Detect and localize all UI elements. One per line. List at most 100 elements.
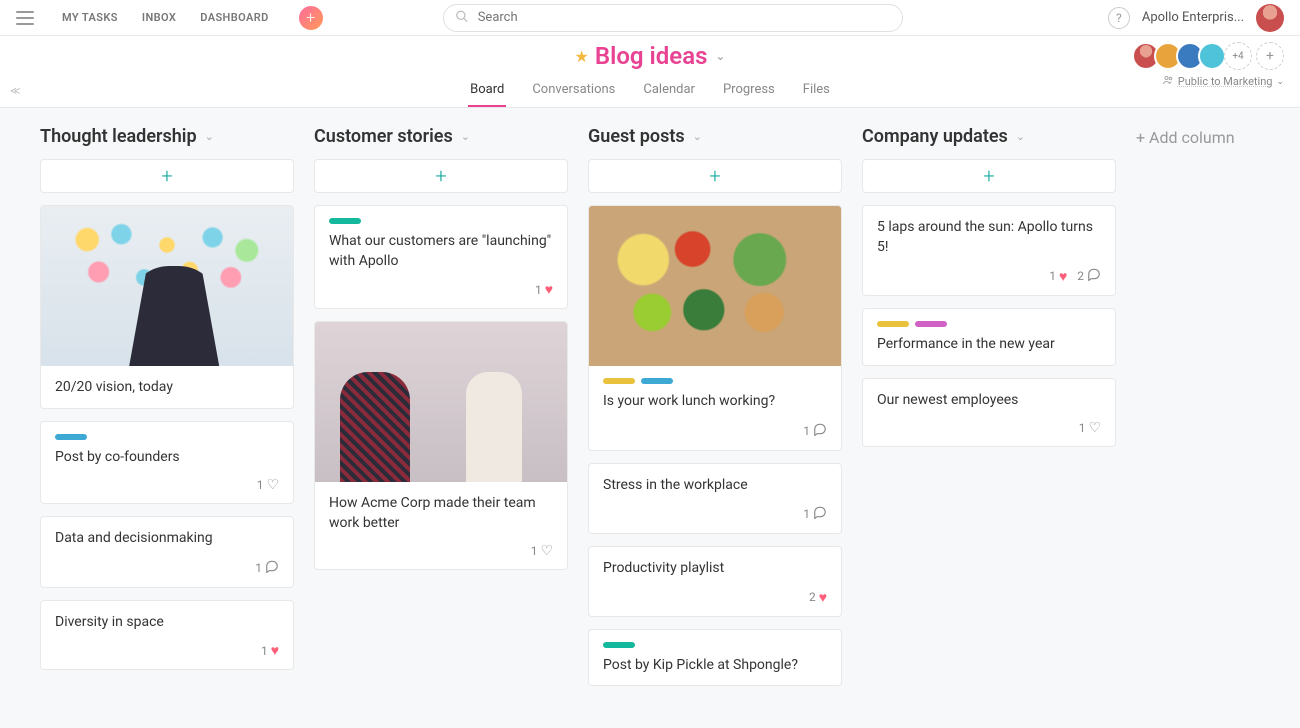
tab-progress[interactable]: Progress: [721, 76, 777, 107]
project-title[interactable]: Blog ideas: [595, 42, 708, 70]
add-card-button[interactable]: +: [314, 159, 568, 193]
card-cover-image: [41, 206, 293, 366]
nav-inbox[interactable]: INBOX: [142, 11, 176, 24]
heart-icon: ♥: [819, 589, 827, 606]
collapse-sidebar-icon[interactable]: ≪: [10, 86, 20, 97]
card-tags: [55, 434, 279, 440]
tab-board[interactable]: Board: [468, 76, 506, 107]
like-count[interactable]: 1♥: [535, 281, 553, 298]
comment-count[interactable]: 1: [255, 559, 279, 577]
board-card[interactable]: What our customers are "launching" with …: [314, 205, 568, 309]
column-title[interactable]: Company updates: [862, 126, 1008, 147]
board-card[interactable]: 20/20 vision, today: [40, 205, 294, 409]
user-avatar[interactable]: [1256, 4, 1284, 32]
board-card[interactable]: Data and decisionmaking 1: [40, 516, 294, 588]
chevron-down-icon[interactable]: ⌄: [461, 130, 470, 143]
heart-icon: ♥: [1059, 268, 1067, 285]
card-title: Our newest employees: [877, 391, 1101, 411]
tag-pill: [915, 321, 947, 327]
card-tags: [603, 642, 827, 648]
add-card-button[interactable]: +: [40, 159, 294, 193]
menu-toggle[interactable]: [16, 11, 34, 25]
tag-pill: [603, 378, 635, 384]
tag-pill: [329, 218, 361, 224]
help-button[interactable]: ?: [1108, 7, 1130, 29]
card-tags: [603, 378, 827, 384]
like-count[interactable]: 1♥: [1049, 268, 1067, 285]
board-column: Thought leadership ⌄ +20/20 vision, today P…: [40, 126, 294, 698]
card-cover-image: [315, 322, 567, 482]
chevron-down-icon[interactable]: ⌄: [1016, 130, 1025, 143]
like-count[interactable]: 1♡: [257, 477, 279, 493]
nav-my-tasks[interactable]: MY TASKS: [62, 11, 118, 24]
like-count[interactable]: 1♥: [261, 642, 279, 659]
card-title: 20/20 vision, today: [55, 378, 279, 398]
board-card[interactable]: Performance in the new year: [862, 308, 1116, 366]
chevron-down-icon[interactable]: ⌄: [205, 130, 214, 143]
privacy-toggle[interactable]: Public to Marketing ⌄: [1162, 74, 1284, 89]
heart-icon: ♥: [545, 281, 553, 298]
column-title[interactable]: Thought leadership: [40, 126, 197, 147]
board-card[interactable]: Is your work lunch working? 1: [588, 205, 842, 451]
board-card[interactable]: Our newest employees 1♡: [862, 378, 1116, 448]
card-footer: 1♥: [315, 281, 567, 308]
column-title[interactable]: Customer stories: [314, 126, 453, 147]
card-title: 5 laps around the sun: Apollo turns 5!: [877, 218, 1101, 257]
chevron-down-icon: ⌄: [1276, 77, 1284, 87]
add-member-button[interactable]: +: [1256, 42, 1284, 70]
board-card[interactable]: Diversity in space1♥: [40, 600, 294, 671]
card-footer: 1♡: [41, 477, 293, 503]
like-count[interactable]: 1♡: [1079, 420, 1101, 436]
board-card[interactable]: Productivity playlist 2♥: [588, 546, 842, 617]
tag-pill: [877, 321, 909, 327]
card-footer: 1♡: [315, 543, 567, 569]
heart-icon: ♡: [540, 543, 553, 559]
tag-pill: [55, 434, 87, 440]
like-count[interactable]: 2♥: [809, 589, 827, 606]
like-count[interactable]: 1♡: [531, 543, 553, 559]
board-card[interactable]: How Acme Corp made their team work bette…: [314, 321, 568, 570]
card-footer: 1: [589, 422, 841, 450]
card-title: Post by co-founders: [55, 448, 279, 468]
comment-icon: [265, 559, 279, 577]
board-card[interactable]: Post by co-founders 1♡: [40, 421, 294, 505]
card-footer: 2♥: [589, 589, 841, 616]
add-card-button[interactable]: +: [588, 159, 842, 193]
workspace-switch[interactable]: Apollo Enterpris...: [1142, 10, 1244, 25]
chevron-down-icon[interactable]: ⌄: [715, 49, 725, 63]
star-icon[interactable]: ★: [575, 47, 589, 66]
card-title: Performance in the new year: [877, 335, 1101, 355]
nav-dashboard[interactable]: DASHBOARD: [200, 11, 268, 24]
card-tags: [877, 321, 1101, 327]
member-overflow-count[interactable]: +4: [1224, 42, 1252, 70]
tag-pill: [603, 642, 635, 648]
heart-icon: ♥: [271, 642, 279, 659]
chevron-down-icon[interactable]: ⌄: [693, 130, 702, 143]
card-title: Stress in the workplace: [603, 476, 827, 496]
comment-count[interactable]: 2: [1077, 267, 1101, 285]
search-input[interactable]: [443, 4, 903, 32]
card-title: How Acme Corp made their team work bette…: [329, 494, 553, 533]
comment-icon: [813, 422, 827, 440]
tab-files[interactable]: Files: [801, 76, 832, 107]
board-card[interactable]: Stress in the workplace 1: [588, 463, 842, 535]
column-title[interactable]: Guest posts: [588, 126, 685, 147]
add-column-button[interactable]: + Add column: [1136, 126, 1235, 698]
board-column: Guest posts ⌄ + Is your work lunch working?…: [588, 126, 842, 698]
tab-conversations[interactable]: Conversations: [530, 76, 617, 107]
member-avatar[interactable]: [1198, 42, 1226, 70]
board-card[interactable]: 5 laps around the sun: Apollo turns 5! 1♥…: [862, 205, 1116, 296]
card-title: Productivity playlist: [603, 559, 827, 579]
topbar: MY TASKS INBOX DASHBOARD + ? Apollo Ente…: [0, 0, 1300, 36]
card-title: What our customers are "launching" with …: [329, 232, 553, 271]
card-footer: 1♥ 2: [863, 267, 1115, 295]
card-footer: 1♥: [41, 642, 293, 669]
card-title: Is your work lunch working?: [603, 392, 827, 412]
comment-count[interactable]: 1: [803, 505, 827, 523]
add-card-button[interactable]: +: [862, 159, 1116, 193]
card-title: Data and decisionmaking: [55, 529, 279, 549]
quick-add-button[interactable]: +: [299, 6, 323, 30]
board-card[interactable]: Post by Kip Pickle at Shpongle?: [588, 629, 842, 687]
tab-calendar[interactable]: Calendar: [641, 76, 697, 107]
comment-count[interactable]: 1: [803, 422, 827, 440]
